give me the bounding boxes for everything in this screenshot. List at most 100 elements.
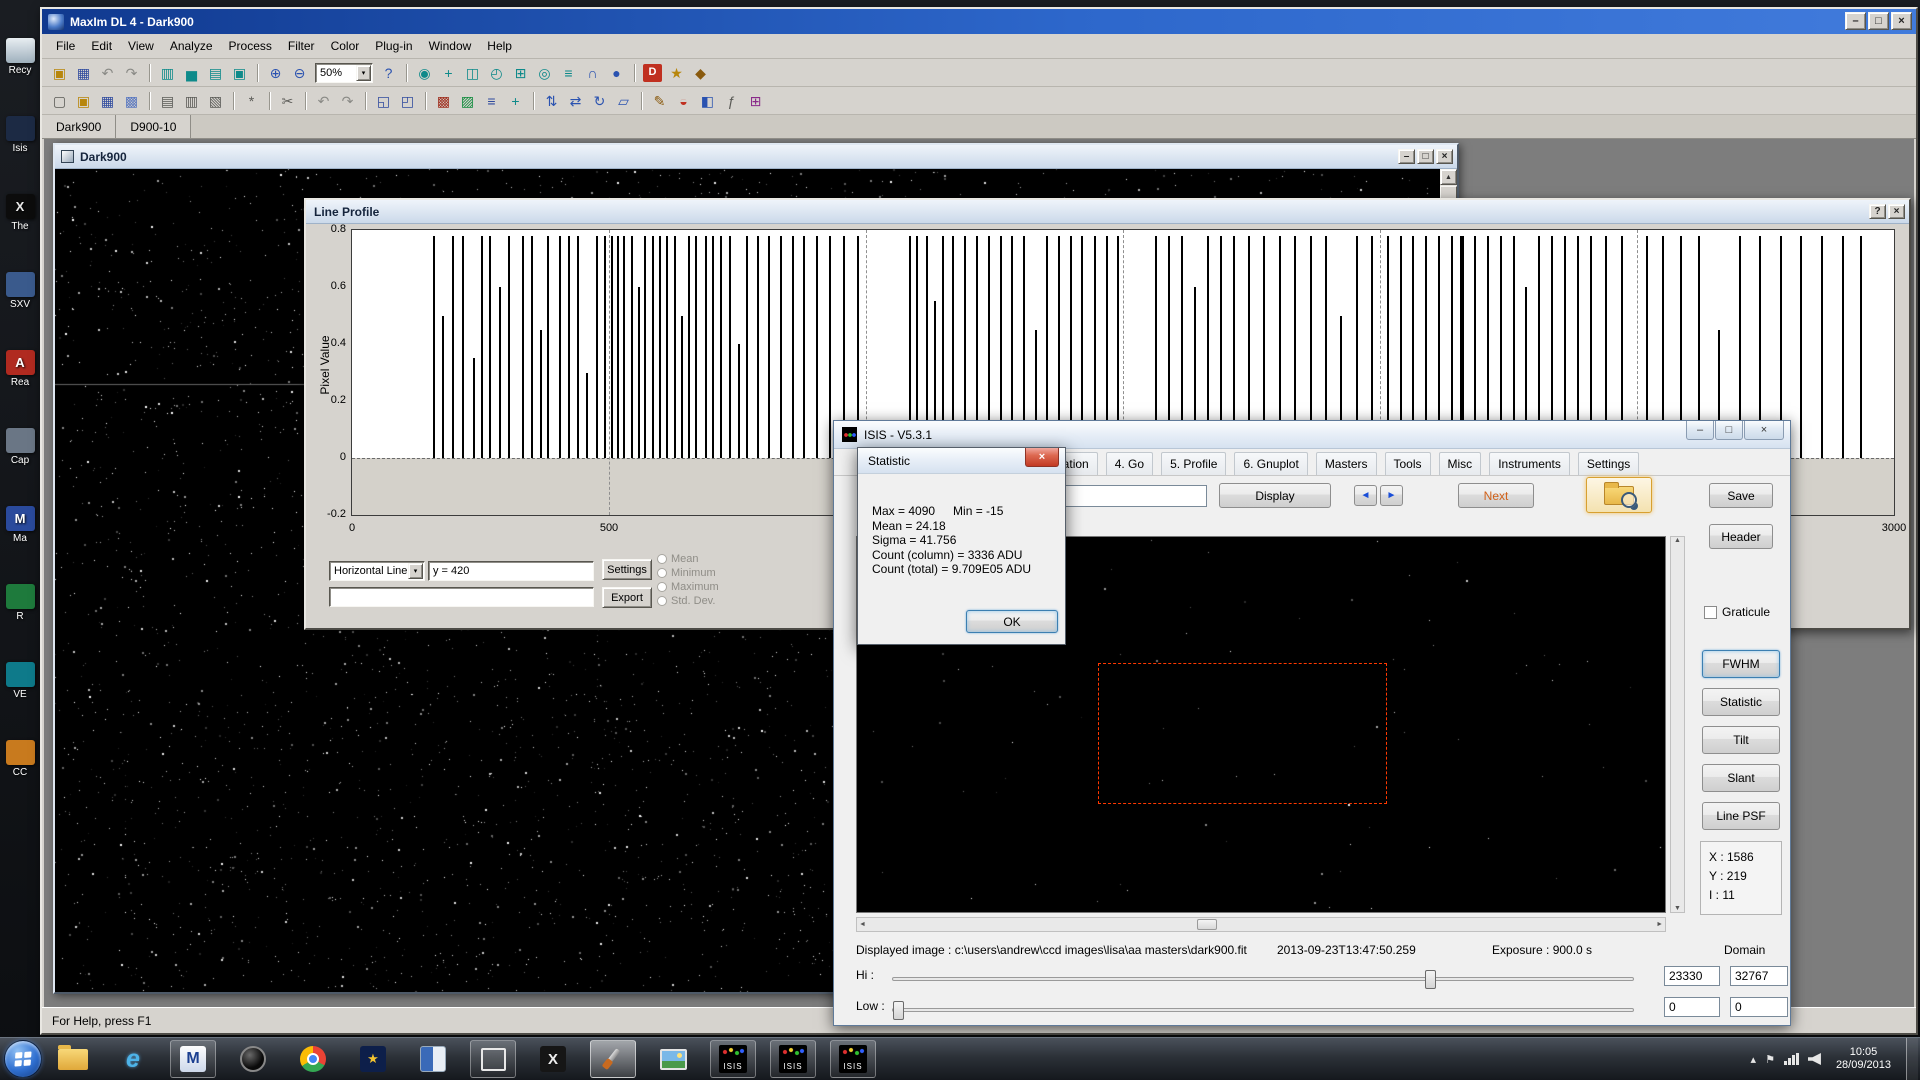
restore-button[interactable]: □ (1868, 12, 1889, 30)
settings-gear-icon[interactable]: * (240, 90, 263, 112)
taskbar-theskyx-button[interactable]: X (530, 1040, 576, 1078)
next-button[interactable]: Next (1458, 483, 1534, 508)
save-button[interactable]: Save (1709, 483, 1773, 508)
dome-icon[interactable]: ● (605, 62, 628, 84)
new-document-icon[interactable]: ▢ (48, 90, 71, 112)
screen-stretch-icon[interactable]: ▥ (156, 62, 179, 84)
crosshair-icon[interactable]: + (437, 62, 460, 84)
desktop-icon-rea[interactable]: ARea (2, 350, 38, 388)
page-setup-icon[interactable]: ▤ (156, 90, 179, 112)
combine-icon[interactable]: ⊞ (744, 90, 767, 112)
paste-icon[interactable]: ◰ (396, 90, 419, 112)
calibration-wizard-icon[interactable]: ▨ (456, 90, 479, 112)
taskbar-internet-explorer-button[interactable]: e (110, 1040, 156, 1078)
line-profile-title-bar[interactable]: Line Profile ? × (306, 200, 1909, 224)
close-button[interactable]: × (1891, 12, 1912, 30)
menu-color[interactable]: Color (323, 35, 368, 57)
start-button[interactable] (4, 1040, 42, 1078)
header-button[interactable]: Header (1709, 524, 1773, 549)
taskbar-camera-lens-button[interactable] (230, 1040, 276, 1078)
print-icon[interactable]: ▧ (204, 90, 227, 112)
isis-tab-misc[interactable]: Misc (1439, 452, 1482, 475)
action-center-flag-icon[interactable]: ⚑ (1765, 1053, 1775, 1066)
desktop-icon-isis[interactable]: Isis (2, 116, 38, 154)
isis-minimize-button[interactable]: – (1686, 421, 1714, 440)
statistic-dialog-title-bar[interactable]: Statistic × (858, 448, 1065, 474)
color-adjust-icon[interactable]: ◧ (696, 90, 719, 112)
stack-icon[interactable]: ≡ (480, 90, 503, 112)
isis-tab-instruments[interactable]: Instruments (1489, 452, 1570, 475)
graticule-checkbox[interactable]: Graticule (1704, 605, 1770, 619)
child-restore-button[interactable]: □ (1417, 149, 1434, 164)
align-icon[interactable]: + (504, 90, 527, 112)
print-preview-icon[interactable]: ▥ (180, 90, 203, 112)
zoom-in-icon[interactable]: ⊕ (264, 62, 287, 84)
hi-slider-track[interactable] (892, 977, 1634, 981)
copy-icon[interactable]: ◱ (372, 90, 395, 112)
resize-icon[interactable]: ▱ (612, 90, 635, 112)
low-value-input[interactable] (1664, 997, 1720, 1017)
context-help-icon[interactable]: ? (377, 62, 400, 84)
taskbar-starry-night-button[interactable]: ★ (350, 1040, 396, 1078)
histogram-icon[interactable]: ▅ (180, 62, 203, 84)
sequence-icon[interactable]: ≡ (557, 62, 580, 84)
camera-control-icon[interactable]: ◫ (461, 62, 484, 84)
cut-icon[interactable]: ✂ (276, 90, 299, 112)
save-all-icon[interactable]: ▩ (120, 90, 143, 112)
tilt-button[interactable]: Tilt (1702, 726, 1780, 754)
line-psf-button[interactable]: Line PSF (1702, 802, 1780, 830)
isis-tab-6-gnuplot[interactable]: 6. Gnuplot (1234, 452, 1307, 475)
document-mode-icon[interactable]: D (643, 64, 662, 82)
zoom-out-icon[interactable]: ⊖ (288, 62, 311, 84)
undo-icon[interactable]: ↶ (96, 62, 119, 84)
taskbar-screwdriver-button[interactable] (590, 1040, 636, 1078)
low-slider-track[interactable] (892, 1008, 1634, 1012)
menu-analyze[interactable]: Analyze (162, 35, 221, 57)
isis-maximize-button[interactable]: □ (1715, 421, 1743, 440)
low-slider-thumb[interactable] (893, 1001, 904, 1020)
isis-vertical-scrollbar[interactable]: ▲ ▼ (1670, 536, 1685, 913)
desktop-icon-cap[interactable]: Cap (2, 428, 38, 466)
desktop-icon-sxv[interactable]: SXV (2, 272, 38, 310)
document-tab-d900-10[interactable]: D900-10 (116, 115, 191, 138)
taskbar-control-panel-button[interactable] (410, 1040, 456, 1078)
statistic-button[interactable]: Statistic (1702, 688, 1780, 716)
menu-view[interactable]: View (120, 35, 162, 57)
menu-plug-in[interactable]: Plug-in (367, 35, 420, 57)
mirror-icon[interactable]: ⇄ (564, 90, 587, 112)
settings-button[interactable]: Settings (602, 559, 652, 580)
isis-horizontal-scrollbar[interactable]: ◄ ► (856, 917, 1666, 932)
taskbar-image-viewer-button[interactable] (650, 1040, 696, 1078)
isis-tab-4-go[interactable]: 4. Go (1106, 452, 1153, 475)
profile-secondary-input[interactable] (329, 587, 594, 607)
show-hidden-icons-button[interactable]: ▴ (1751, 1053, 1757, 1066)
fft-filter-icon[interactable]: ƒ (720, 90, 743, 112)
taskbar-chrome-button[interactable] (290, 1040, 336, 1078)
menu-edit[interactable]: Edit (83, 35, 120, 57)
telescope-control-icon[interactable]: ⊞ (509, 62, 532, 84)
help-button[interactable]: ? (1869, 204, 1886, 219)
zoom-level-select[interactable]: 50%▾ (315, 63, 373, 83)
menu-window[interactable]: Window (421, 35, 480, 57)
statistic-close-button[interactable]: × (1025, 448, 1059, 467)
redo-icon[interactable]: ↷ (120, 62, 143, 84)
next-image-button[interactable]: ► (1380, 485, 1403, 506)
open-document-icon[interactable]: ▣ (72, 90, 95, 112)
undo-edit-icon[interactable]: ↶ (312, 90, 335, 112)
taskbar-isis-button-3[interactable]: ISIS (830, 1040, 876, 1078)
menu-help[interactable]: Help (479, 35, 520, 57)
save-document-icon[interactable]: ▦ (96, 90, 119, 112)
save-image-icon[interactable]: ▦ (72, 62, 95, 84)
isis-tab-masters[interactable]: Masters (1316, 452, 1377, 475)
filter-wheel-icon[interactable]: ◴ (485, 62, 508, 84)
desktop-icon-r[interactable]: R (2, 584, 38, 622)
line-position-input[interactable] (428, 561, 594, 581)
selection-rectangle[interactable] (1098, 663, 1387, 804)
low-domain-input[interactable] (1730, 997, 1788, 1017)
dropdown-arrow-icon[interactable]: ▾ (408, 563, 423, 579)
taskbar-isis-button-1[interactable]: ISIS (710, 1040, 756, 1078)
menu-file[interactable]: File (48, 35, 83, 57)
profile-mode-select[interactable]: Horizontal Line ▾ (329, 561, 425, 581)
dropdown-arrow-icon[interactable]: ▾ (356, 65, 371, 81)
taskbar-maxim-dl-button[interactable]: M (170, 1040, 216, 1078)
